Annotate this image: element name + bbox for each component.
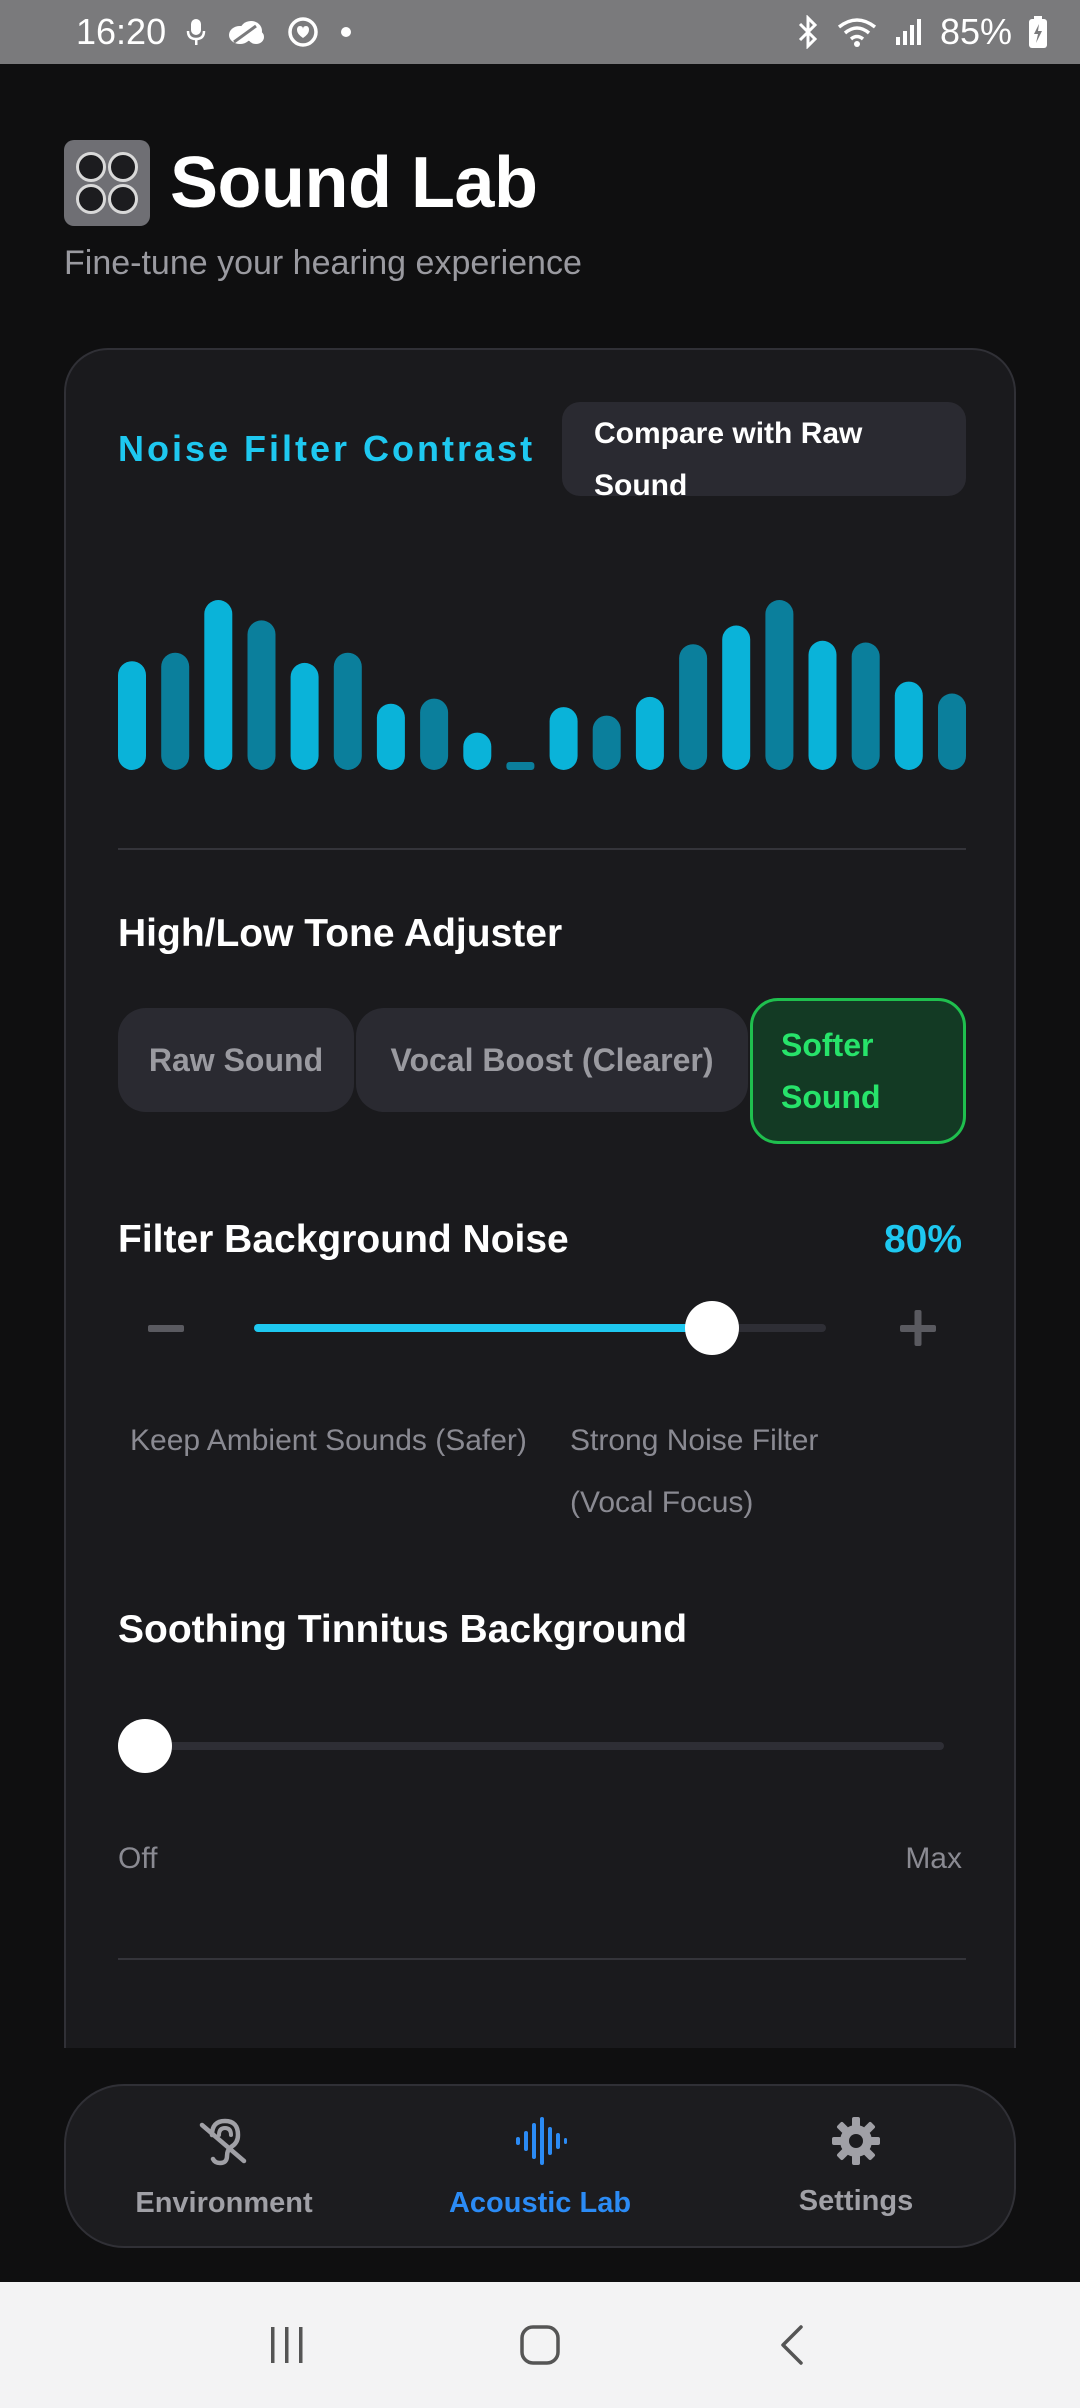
battery-icon [1028,15,1048,49]
visualizer-bar [765,600,794,770]
ambient-hint: Keep Ambient Sounds (Safer) [130,1424,527,1457]
cloud-icon [226,18,266,46]
back-icon [781,2325,804,2365]
compare-raw-sound-button[interactable]: Compare with Raw Sound [562,402,966,502]
visualizer-bar [463,732,492,770]
visualizer-bar [376,703,405,770]
recent-apps-icon [270,2327,303,2363]
visualizer-bar [247,620,276,770]
visualizer-bar [938,693,966,770]
control-knobs-icon [64,140,150,226]
noise-filter-label: Noise Filter Contrast [118,428,536,469]
visualizer-bar [635,696,664,770]
tone-adjuster-title: High/Low Tone Adjuster [118,912,563,955]
visualizer-bar [851,642,880,770]
waveform-icon [516,2116,567,2165]
nav-acoustic-lab[interactable]: Acoustic Lab [382,2086,698,2246]
home-button[interactable] [500,2305,580,2385]
nav-settings-label: Settings [798,2184,914,2217]
microphone-icon [186,17,206,47]
noise-filter-slider-title: Filter Background Noise [118,1218,569,1261]
wifi-icon [836,16,878,48]
increase-button[interactable] [894,1304,942,1352]
visualizer-bar [506,762,535,770]
system-navigation-bar [0,2282,1080,2408]
noise-filter-header: Noise Filter Contrast Compare with Raw S… [118,402,966,502]
visualizer-bar [549,707,578,770]
tinnitus-min-label: Off [118,1842,158,1875]
page-title: Sound Lab [170,143,538,223]
signal-icon [894,17,924,47]
sound-lab-card: Noise Filter Contrast Compare with Raw S… [64,348,1016,2048]
tinnitus-title: Soothing Tinnitus Background [118,1608,688,1651]
visualizer-bar [592,715,621,770]
page-subtitle: Fine-tune your hearing experience [64,244,582,282]
bottom-navigation: Environment Acoustic Lab Settings [64,2084,1016,2248]
back-button[interactable] [753,2305,833,2385]
minus-icon [148,1325,184,1332]
nav-environment-label: Environment [135,2186,313,2219]
divider [118,848,966,850]
nav-settings[interactable]: Settings [698,2086,1014,2246]
visualizer-bar [679,644,708,770]
nav-environment[interactable]: Environment [66,2086,382,2246]
noise-filter-value: 80% [883,1218,962,1261]
gear-icon [832,2116,880,2165]
tinnitus-max-label: Max [905,1842,962,1875]
home-icon [520,2325,560,2365]
bluetooth-icon [796,15,820,49]
vocal-boost-option[interactable]: Vocal Boost (Clearer) [356,1008,748,1112]
decrease-button[interactable] [142,1304,190,1352]
status-time: 16:20 [76,11,167,52]
noise-slider-thumb[interactable] [684,1301,739,1355]
sound-visualizer [118,600,966,770]
visualizer-bar [808,640,837,770]
visualizer-bar [204,600,233,770]
visualizer-bar [894,681,923,770]
tone-mode-selector: Raw Sound Vocal Boost (Clearer) Softer S… [118,998,966,1144]
nav-acoustic-lab-label: Acoustic Lab [448,2186,632,2219]
visualizer-bar [722,625,751,770]
visualizer-bar [118,661,146,770]
raw-sound-option[interactable]: Raw Sound [118,1008,354,1112]
softer-sound-option[interactable]: Softer Sound [750,998,966,1144]
plus-icon [900,1310,936,1346]
tinnitus-slider-thumb[interactable] [118,1719,172,1773]
strong-filter-hint: Strong Noise Filter (Vocal Focus) [570,1424,819,1519]
visualizer-bar [420,698,449,770]
health-icon [286,15,320,49]
tinnitus-slider-track[interactable] [142,1742,944,1750]
divider [118,1958,966,1960]
visualizer-bar [290,662,319,770]
ear-icon [199,2118,247,2165]
battery-percentage: 85% [939,11,1012,52]
page-header: Sound Lab Fine-tune your hearing experie… [64,140,582,283]
notification-dot-icon [340,26,352,38]
recent-apps-button[interactable] [247,2305,327,2385]
visualizer-bar [333,652,362,770]
visualizer-bar [161,652,190,770]
status-bar: 16:20 85% [0,0,1080,64]
noise-slider-fill [254,1324,712,1332]
